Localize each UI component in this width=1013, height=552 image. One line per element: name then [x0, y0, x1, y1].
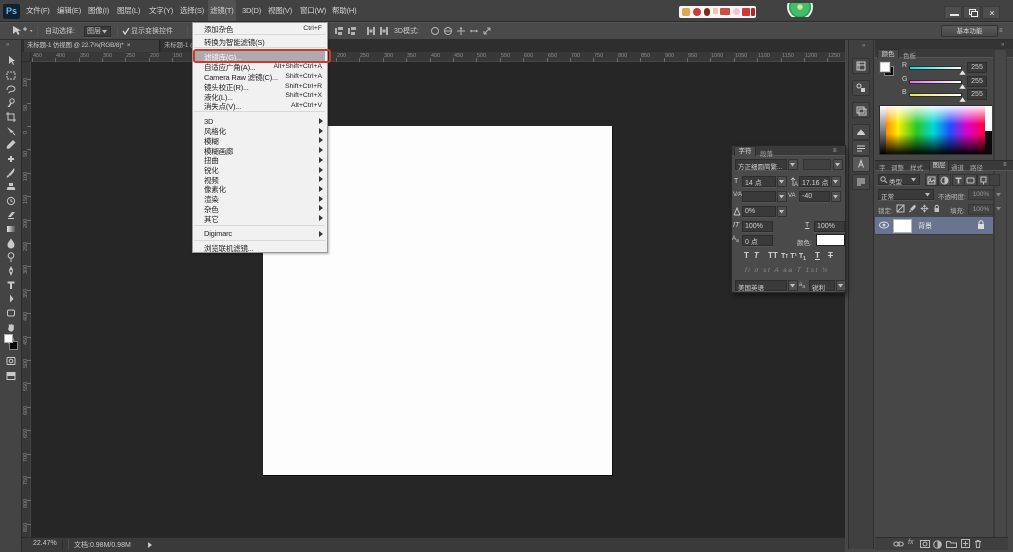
svg-text:A: A — [794, 182, 798, 187]
